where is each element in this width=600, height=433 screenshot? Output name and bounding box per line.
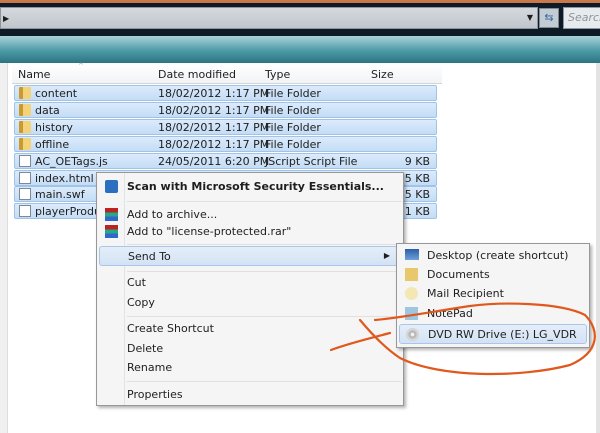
menu-label: Cut xyxy=(127,276,146,289)
menu-item-scan[interactable]: Scan with Microsoft Security Essentials.… xyxy=(99,177,401,197)
menu-item-create-shortcut[interactable]: Create Shortcut xyxy=(99,319,401,339)
file-row[interactable]: data 18/02/2012 1:17 PM File Folder xyxy=(14,101,437,118)
file-date: 18/02/2012 1:17 PM xyxy=(158,103,270,117)
send-to-dvd-drive[interactable]: DVD RW Drive (E:) LG_VDR xyxy=(399,324,587,344)
column-header-size[interactable]: Size xyxy=(371,68,394,81)
menu-label: Rename xyxy=(127,361,173,374)
refresh-button[interactable]: ⇆ xyxy=(539,8,559,28)
breadcrumb-arrow-icon[interactable]: ▶ xyxy=(3,14,9,23)
desktop-icon xyxy=(405,249,419,260)
menu-label: Add to archive... xyxy=(127,208,218,221)
menu-label: Scan with Microsoft Security Essentials.… xyxy=(127,180,384,193)
file-row[interactable]: content 18/02/2012 1:17 PM File Folder xyxy=(14,85,437,101)
dvd-drive-icon xyxy=(406,328,419,341)
file-size: 1 KB xyxy=(404,205,430,219)
folder-icon xyxy=(19,87,31,99)
address-dropdown-icon[interactable]: ▼ xyxy=(527,13,533,22)
file-type: JScript Script File xyxy=(265,154,358,168)
file-size: 5 KB xyxy=(404,171,430,185)
documents-icon xyxy=(405,268,418,281)
menu-label: Copy xyxy=(127,296,155,309)
winrar-icon xyxy=(105,208,118,221)
menu-label: Documents xyxy=(427,268,490,281)
menu-label: Create Shortcut xyxy=(127,322,214,335)
folder-icon xyxy=(19,120,31,133)
file-name: index.html xyxy=(35,171,94,185)
scrollbar[interactable] xyxy=(596,63,600,433)
file-type: File Folder xyxy=(265,103,321,117)
toolbar xyxy=(0,36,600,63)
mail-icon xyxy=(405,287,418,300)
menu-item-copy[interactable]: Copy xyxy=(99,293,401,313)
column-headers: Name ^ Date modified Type Size xyxy=(12,62,442,84)
column-header-name[interactable]: Name xyxy=(18,68,50,81)
menu-label: Properties xyxy=(127,388,183,401)
file-row[interactable]: history 18/02/2012 1:17 PM File Folder xyxy=(14,118,437,135)
sort-arrow-icon: ^ xyxy=(78,62,84,70)
column-header-type[interactable]: Type xyxy=(265,68,290,81)
folder-icon xyxy=(19,103,31,116)
search-input[interactable]: Search xyxy=(563,7,600,29)
navigation-pane-edge xyxy=(0,63,8,433)
ie-icon xyxy=(19,171,31,184)
menu-label: Add to "license-protected.rar" xyxy=(127,225,292,238)
menu-label: Mail Recipient xyxy=(427,287,504,300)
context-menu: Scan with Microsoft Security Essentials.… xyxy=(96,172,404,406)
file-size: 9 KB xyxy=(404,154,430,168)
file-date: 24/05/2011 6:20 PM xyxy=(158,154,270,168)
file-row[interactable]: offline 18/02/2012 1:17 PM File Folder xyxy=(14,135,437,152)
file-date: 18/02/2012 1:17 PM xyxy=(158,87,270,100)
script-icon xyxy=(19,154,31,167)
folder-icon xyxy=(19,137,31,150)
refresh-icon: ⇆ xyxy=(544,11,554,24)
menu-label: DVD RW Drive (E:) LG_VDR xyxy=(428,328,577,341)
file-name: AC_OETags.js xyxy=(35,154,108,168)
column-header-date[interactable]: Date modified xyxy=(158,68,236,81)
menu-item-rename[interactable]: Rename xyxy=(99,358,401,378)
file-name: main.swf xyxy=(35,188,85,202)
menu-item-cut[interactable]: Cut xyxy=(99,273,401,293)
menu-item-send-to[interactable]: Send To ▶ xyxy=(99,246,401,266)
file-type: File Folder xyxy=(265,87,321,100)
menu-label: NotePad xyxy=(427,307,473,320)
file-name: offline xyxy=(35,137,70,151)
submenu-arrow-icon: ▶ xyxy=(383,251,390,260)
file-date: 18/02/2012 1:17 PM xyxy=(158,120,270,134)
file-date: 18/02/2012 1:17 PM xyxy=(158,137,270,151)
send-to-documents[interactable]: Documents xyxy=(399,265,587,285)
menu-label: Desktop (create shortcut) xyxy=(427,249,569,262)
menu-item-properties[interactable]: Properties xyxy=(99,385,401,405)
file-name: history xyxy=(35,120,73,134)
send-to-mail-recipient[interactable]: Mail Recipient xyxy=(399,284,587,304)
menu-label: Delete xyxy=(127,342,164,355)
file-type: File Folder xyxy=(265,120,321,134)
send-to-desktop[interactable]: Desktop (create shortcut) xyxy=(399,246,587,266)
file-type: File Folder xyxy=(265,137,321,151)
file-icon xyxy=(19,205,31,218)
send-to-notepad[interactable]: NotePad xyxy=(399,304,587,324)
security-essentials-icon xyxy=(105,180,118,193)
address-bar[interactable]: ▶ ▼ xyxy=(0,7,538,29)
file-row[interactable]: AC_OETags.js 24/05/2011 6:20 PM JScript … xyxy=(14,152,437,169)
notepad-icon xyxy=(405,307,418,320)
winrar-icon xyxy=(105,225,118,238)
menu-label: Send To xyxy=(128,250,171,263)
file-name: data xyxy=(35,103,60,117)
swf-icon xyxy=(19,188,31,201)
send-to-submenu: Desktop (create shortcut) Documents Mail… xyxy=(396,243,590,348)
menu-item-add-rar[interactable]: Add to "license-protected.rar" xyxy=(99,222,401,242)
file-name: content xyxy=(35,87,78,100)
menu-item-delete[interactable]: Delete xyxy=(99,339,401,359)
